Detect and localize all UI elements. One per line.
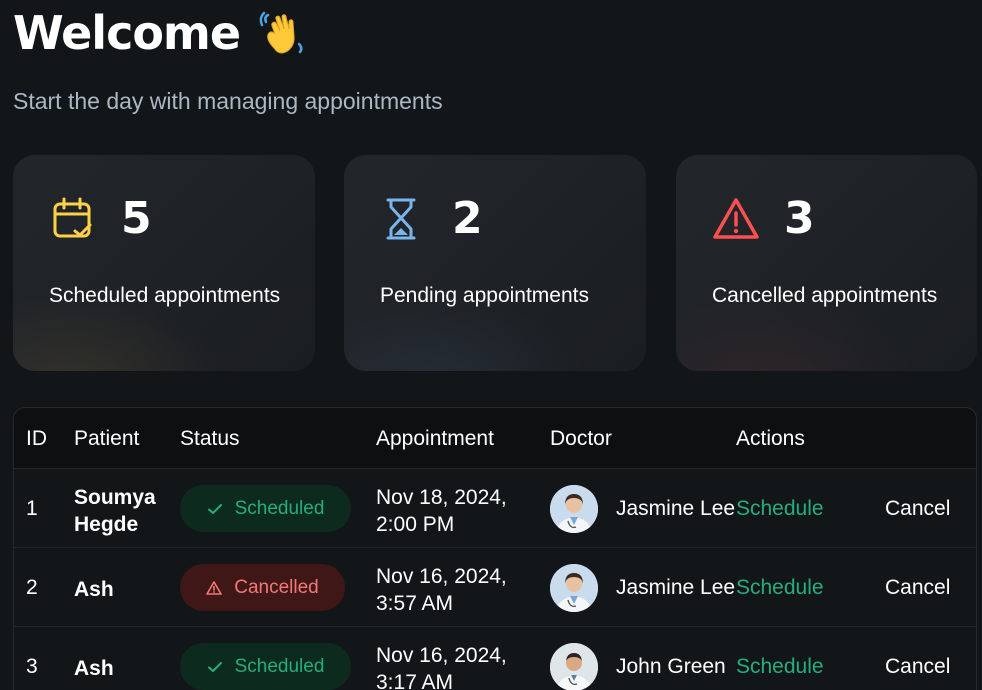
avatar [550, 485, 598, 533]
hourglass-icon [386, 198, 416, 240]
column-header-patient: Patient [74, 427, 140, 450]
status-badge: Cancelled [180, 564, 345, 611]
page-title: Welcome [13, 6, 241, 60]
cell-id: 2 [26, 576, 38, 599]
cell-id: 1 [26, 497, 38, 520]
schedule-button[interactable]: Schedule [736, 497, 824, 521]
stat-card-cancelled: 3 Cancelled appointments [676, 155, 977, 371]
doctor-avatar-icon [550, 564, 598, 612]
card-background [344, 155, 646, 371]
status-badge: Scheduled [180, 643, 351, 690]
schedule-button[interactable]: Schedule [736, 576, 824, 600]
stat-card-scheduled: 5 Scheduled appointments [13, 155, 315, 371]
table-row: 3 Ash Scheduled Nov 16, 2024, 3:17 AM Jo… [14, 627, 976, 690]
column-header-appointment: Appointment [376, 427, 494, 450]
card-background [13, 155, 315, 371]
status-badge: Scheduled [180, 485, 351, 532]
status-label: Scheduled [234, 655, 325, 677]
cell-doctor: Jasmine Lee [616, 576, 736, 599]
waving-hand-icon [258, 8, 308, 58]
dashboard-page: Welcome Start the day with managing appo… [0, 0, 982, 690]
doctor-avatar-icon [550, 643, 598, 690]
cancel-button[interactable]: Cancel [885, 576, 950, 600]
cancel-button[interactable]: Cancel [885, 655, 950, 679]
table-row: 2 Ash Cancelled Nov 16, 2024, 3:57 AM Ja… [14, 548, 976, 627]
cancel-button[interactable]: Cancel [885, 497, 950, 521]
doctor-avatar-icon [550, 485, 598, 533]
stat-label: Cancelled appointments [712, 284, 938, 307]
stat-label: Pending appointments [380, 284, 589, 307]
cell-patient: Soumya Hegde [74, 486, 156, 536]
cell-appointment: Nov 16, 2024, 3:57 AM [376, 565, 507, 615]
status-label: Scheduled [234, 497, 325, 519]
column-header-status: Status [180, 427, 240, 450]
cell-patient: Ash [74, 657, 114, 680]
cell-doctor: John Green [616, 655, 726, 678]
column-header-doctor: Doctor [550, 427, 612, 450]
column-header-id: ID [26, 427, 47, 450]
warning-triangle-icon [206, 580, 223, 595]
status-label: Cancelled [234, 576, 319, 598]
column-header-actions: Actions [736, 427, 805, 450]
stat-count: 3 [784, 193, 815, 244]
table-header: ID Patient Status Appointment Doctor Act… [14, 408, 976, 469]
stat-count: 2 [452, 193, 483, 244]
stat-label: Scheduled appointments [49, 284, 281, 307]
card-background [676, 155, 977, 371]
cell-doctor: Jasmine Lee [616, 497, 736, 520]
page-subtitle: Start the day with managing appointments [13, 88, 443, 114]
cell-id: 3 [26, 655, 38, 678]
cell-patient: Ash [74, 578, 114, 601]
schedule-button[interactable]: Schedule [736, 655, 824, 679]
stat-card-pending: 2 Pending appointments [344, 155, 646, 371]
cell-appointment: Nov 16, 2024, 3:17 AM [376, 644, 507, 690]
stat-count: 5 [121, 193, 152, 244]
check-icon [207, 661, 222, 672]
cell-appointment: Nov 18, 2024, 2:00 PM [376, 486, 507, 536]
avatar [550, 643, 598, 690]
calendar-check-icon [53, 197, 92, 238]
welcome-header: Welcome [13, 6, 308, 60]
avatar [550, 564, 598, 612]
warning-triangle-icon [713, 198, 759, 239]
table-row: 1 Soumya Hegde Scheduled Nov 18, 2024, 2… [14, 469, 976, 548]
appointments-table: ID Patient Status Appointment Doctor Act… [13, 407, 977, 690]
check-icon [207, 503, 222, 514]
